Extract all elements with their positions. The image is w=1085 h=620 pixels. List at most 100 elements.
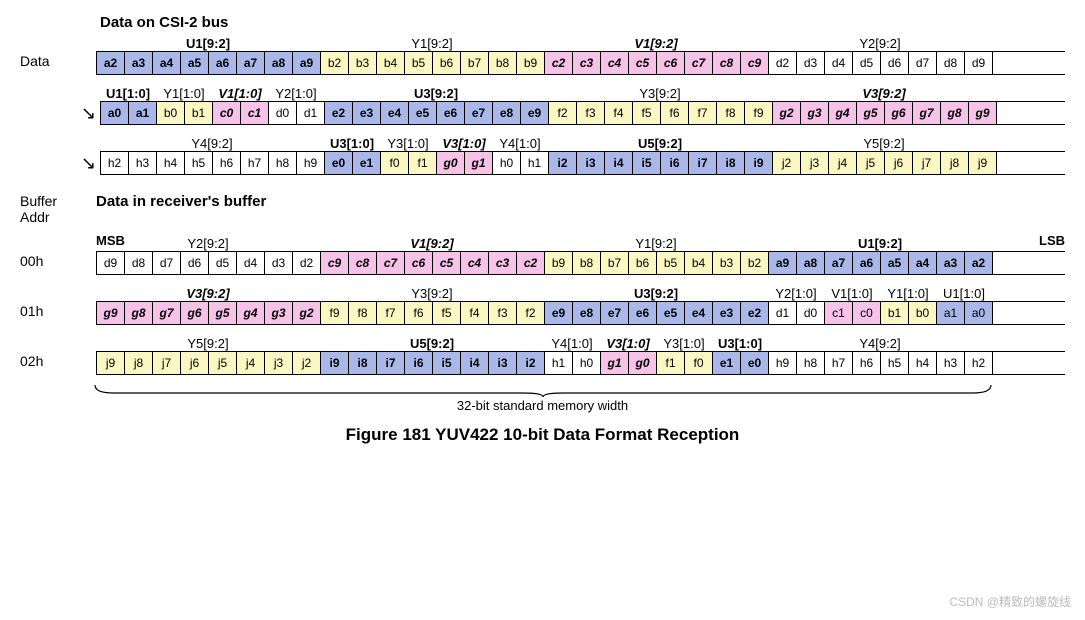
byte-cell: i3 (489, 352, 517, 374)
byte-cell: d3 (797, 52, 825, 74)
byte-cell: a6 (209, 52, 237, 74)
byte-cell: j8 (125, 352, 153, 374)
byte-cell: b5 (657, 252, 685, 274)
byte-cell: j6 (181, 352, 209, 374)
byte-cell: a5 (181, 52, 209, 74)
byte-cell: j7 (913, 152, 941, 174)
byte-cell: h9 (297, 152, 325, 174)
byte-cell: e0 (325, 152, 353, 174)
byte-cell: e5 (409, 102, 437, 124)
byte-cell: f7 (377, 302, 405, 324)
buffer-address: 02h (20, 333, 96, 369)
byte-cell: g4 (237, 302, 265, 324)
byte-cell: f8 (349, 302, 377, 324)
byte-cell: d4 (825, 52, 853, 74)
column-header: U1[9:2] (768, 236, 992, 251)
byte-cell: g2 (293, 302, 321, 324)
byte-cell: c5 (629, 52, 657, 74)
byte-cell: h3 (937, 352, 965, 374)
column-header: Y5[9:2] (772, 136, 996, 151)
byte-cell: e3 (713, 302, 741, 324)
column-header: U5[9:2] (320, 336, 544, 351)
byte-cell: g6 (181, 302, 209, 324)
byte-cell: b9 (545, 252, 573, 274)
column-header: Y1[9:2] (544, 236, 768, 251)
byte-cell: i2 (549, 152, 577, 174)
byte-cell: g6 (885, 102, 913, 124)
byte-cell: e4 (381, 102, 409, 124)
byte-cell: f4 (605, 102, 633, 124)
byte-cell: h1 (545, 352, 573, 374)
byte-cell: d2 (293, 252, 321, 274)
byte-cell: j9 (97, 352, 125, 374)
buffer-addr-label: Buffer Addr (20, 193, 96, 225)
byte-cell: c2 (517, 252, 545, 274)
byte-cell: b6 (433, 52, 461, 74)
byte-cell: e5 (657, 302, 685, 324)
byte-cell: e6 (437, 102, 465, 124)
byte-cell: g0 (437, 152, 465, 174)
byte-cell: a9 (769, 252, 797, 274)
byte-cell: j3 (801, 152, 829, 174)
byte-cell: d7 (153, 252, 181, 274)
byte-cell: a4 (153, 52, 181, 74)
column-header: Y2[1:0] (768, 286, 824, 301)
byte-cell: d2 (769, 52, 797, 74)
byte-cell: i8 (349, 352, 377, 374)
column-header: U5[9:2] (548, 136, 772, 151)
column-header: Y4[1:0] (492, 136, 548, 151)
byte-cell: c3 (489, 252, 517, 274)
byte-cell: d3 (265, 252, 293, 274)
byte-cell: b1 (185, 102, 213, 124)
byte-cell: f9 (321, 302, 349, 324)
byte-cell: a8 (265, 52, 293, 74)
byte-cell: b7 (601, 252, 629, 274)
byte-cell: h7 (825, 352, 853, 374)
byte-cell: h8 (797, 352, 825, 374)
byte-cell: i2 (517, 352, 545, 374)
column-header: Y4[1:0] (544, 336, 600, 351)
byte-cell: c3 (573, 52, 601, 74)
byte-cell: j4 (237, 352, 265, 374)
byte-cell: b8 (489, 52, 517, 74)
byte-cell: f6 (405, 302, 433, 324)
byte-cell: d8 (125, 252, 153, 274)
byte-cell: g2 (773, 102, 801, 124)
data-label: Data (20, 33, 96, 69)
msb-label: MSB (96, 233, 125, 248)
byte-cell: i6 (405, 352, 433, 374)
byte-cell: g5 (857, 102, 885, 124)
byte-cell: j2 (293, 352, 321, 374)
byte-cell: a0 (965, 302, 993, 324)
byte-cell: d9 (97, 252, 125, 274)
byte-cell: i8 (717, 152, 745, 174)
byte-cell: f0 (685, 352, 713, 374)
byte-cell: g7 (913, 102, 941, 124)
byte-cell: c9 (321, 252, 349, 274)
byte-cell: c2 (545, 52, 573, 74)
byte-cell: a1 (129, 102, 157, 124)
byte-cell: h6 (853, 352, 881, 374)
column-header: Y5[9:2] (96, 336, 320, 351)
byte-cell: h1 (521, 152, 549, 174)
byte-cell: b4 (377, 52, 405, 74)
byte-cell: h2 (101, 152, 129, 174)
byte-cell: e7 (601, 302, 629, 324)
byte-cell: e9 (521, 102, 549, 124)
byte-cell: j3 (265, 352, 293, 374)
column-header: U3[1:0] (324, 136, 380, 151)
byte-cell: b8 (573, 252, 601, 274)
byte-cell: f0 (381, 152, 409, 174)
byte-cell: a5 (881, 252, 909, 274)
column-header: Y2[9:2] (768, 36, 992, 51)
byte-cell: c8 (349, 252, 377, 274)
column-header: U1[9:2] (96, 36, 320, 51)
byte-cell: d9 (965, 52, 993, 74)
byte-cell: f9 (745, 102, 773, 124)
byte-cell: h0 (573, 352, 601, 374)
byte-cell: e9 (545, 302, 573, 324)
column-header: U1[1:0] (100, 86, 156, 101)
byte-cell: f8 (717, 102, 745, 124)
byte-cell: h6 (213, 152, 241, 174)
byte-cell: f3 (577, 102, 605, 124)
